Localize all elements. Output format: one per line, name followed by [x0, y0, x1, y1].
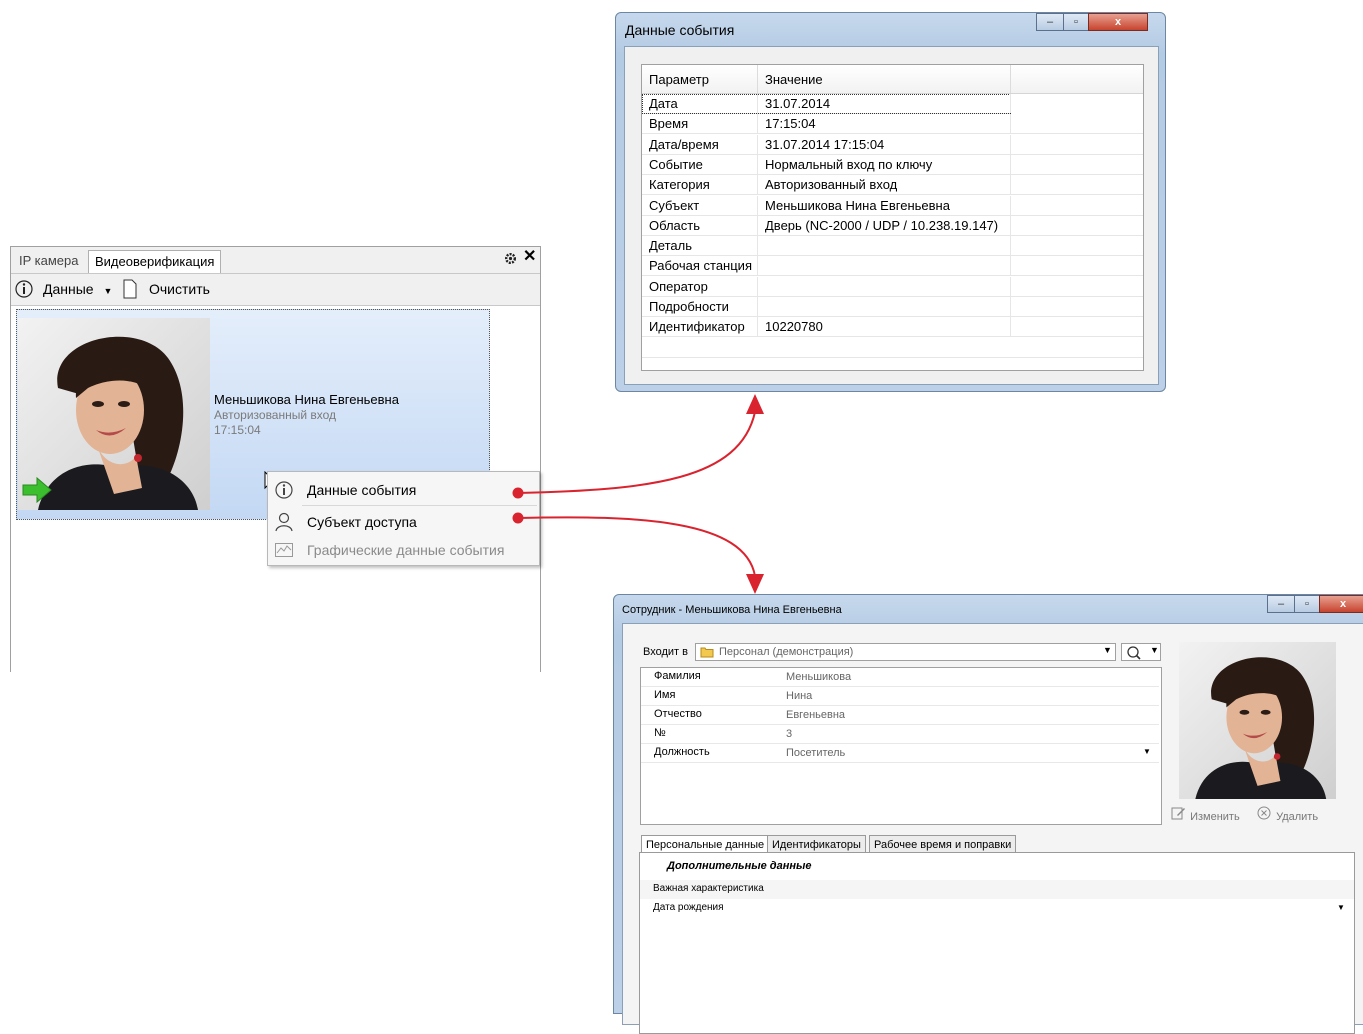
arrowhead-up [746, 394, 764, 414]
arrow-origin-dot [512, 487, 524, 499]
connector-arrows [512, 394, 764, 594]
arrowhead-down [746, 574, 764, 594]
arrow-origin-dot [512, 512, 524, 524]
arrow-to-employee-window [517, 516, 756, 577]
arrow-to-event-window [517, 411, 756, 494]
